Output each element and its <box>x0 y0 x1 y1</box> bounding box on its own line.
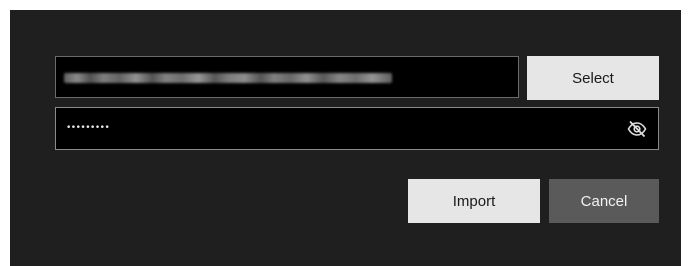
select-button[interactable]: Select <box>527 56 659 100</box>
import-button[interactable]: Import <box>408 179 540 223</box>
file-path-field[interactable] <box>55 56 519 98</box>
eye-off-icon[interactable] <box>626 118 648 140</box>
cancel-button[interactable]: Cancel <box>549 179 659 223</box>
password-field[interactable]: ••••••••• <box>55 107 659 150</box>
blurred-file-path <box>64 73 392 83</box>
password-masked-value: ••••••••• <box>66 123 110 133</box>
import-dialog: Select ••••••••• Import Cancel <box>10 10 681 266</box>
